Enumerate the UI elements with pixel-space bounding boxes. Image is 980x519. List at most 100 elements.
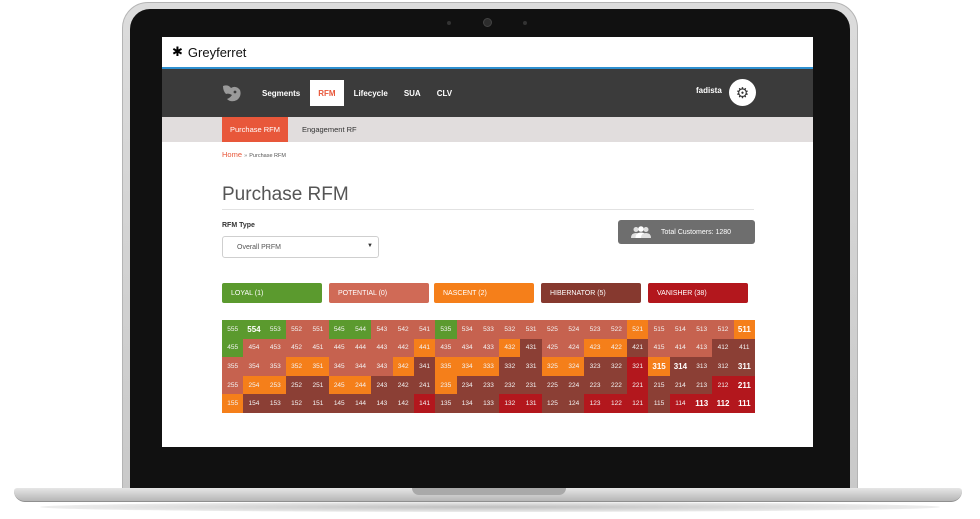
segment-vanisher-button[interactable]: VANISHER (38)	[648, 283, 748, 303]
rfm-cell[interactable]: 222	[605, 375, 628, 395]
rfm-cell[interactable]: 525	[541, 320, 564, 339]
rfm-cell[interactable]: 253	[264, 375, 286, 395]
rfm-cell[interactable]: 312	[712, 357, 734, 376]
rfm-cell[interactable]: 234	[456, 375, 478, 395]
rfm-cell[interactable]: 424	[563, 338, 585, 358]
rfm-cell[interactable]: 453	[264, 338, 286, 358]
rfm-cell[interactable]: 215	[648, 375, 670, 395]
rfm-cell[interactable]: 542	[392, 320, 414, 339]
greyferret-logo-icon[interactable]	[220, 82, 244, 104]
rfm-cell[interactable]: 144	[349, 394, 372, 413]
rfm-type-select[interactable]: Overall PRFM ▼	[222, 236, 379, 258]
rfm-cell[interactable]: 152	[285, 394, 308, 413]
rfm-cell[interactable]: 255	[222, 375, 244, 395]
rfm-cell[interactable]: 323	[584, 357, 606, 376]
rfm-cell[interactable]: 112	[712, 394, 734, 413]
rfm-cell[interactable]: 432	[499, 338, 521, 358]
rfm-cell[interactable]: 412	[712, 338, 734, 358]
rfm-cell[interactable]: 331	[520, 357, 542, 376]
rfm-cell[interactable]: 351	[307, 357, 329, 376]
rfm-cell[interactable]: 524	[563, 320, 585, 339]
rfm-cell[interactable]: 522	[605, 320, 628, 339]
settings-button[interactable]: ⚙	[729, 79, 756, 106]
total-customers-button[interactable]: Total Customers: 1280	[618, 220, 755, 244]
rfm-cell[interactable]: 121	[627, 394, 649, 413]
rfm-cell[interactable]: 344	[349, 357, 372, 376]
rfm-cell[interactable]: 314	[669, 357, 692, 376]
rfm-cell[interactable]: 554	[243, 320, 265, 339]
segment-loyal-button[interactable]: LOYAL (1)	[222, 283, 322, 303]
rfm-cell[interactable]: 531	[520, 320, 542, 339]
rfm-cell[interactable]: 353	[264, 357, 286, 376]
rfm-cell[interactable]: 142	[392, 394, 414, 413]
rfm-cell[interactable]: 241	[413, 375, 436, 395]
rfm-cell[interactable]: 315	[648, 357, 670, 376]
rfm-cell[interactable]: 221	[627, 375, 649, 395]
rfm-cell[interactable]: 254	[243, 375, 265, 395]
subnav-engagement-rf[interactable]: Engagement RF	[294, 117, 365, 142]
rfm-cell[interactable]: 514	[669, 320, 692, 339]
rfm-cell[interactable]: 322	[605, 357, 628, 376]
rfm-cell[interactable]: 145	[328, 394, 350, 413]
rfm-cell[interactable]: 533	[477, 320, 500, 339]
rfm-cell[interactable]: 541	[413, 320, 436, 339]
rfm-cell[interactable]: 311	[733, 357, 755, 376]
nav-segments[interactable]: Segments	[254, 80, 308, 106]
rfm-cell[interactable]: 332	[499, 357, 521, 376]
rfm-cell[interactable]: 422	[605, 338, 628, 358]
rfm-cell[interactable]: 345	[328, 357, 350, 376]
rfm-cell[interactable]: 333	[477, 357, 500, 376]
rfm-cell[interactable]: 225	[541, 375, 564, 395]
rfm-cell[interactable]: 114	[669, 394, 692, 413]
rfm-cell[interactable]: 434	[456, 338, 478, 358]
rfm-cell[interactable]: 111	[733, 394, 755, 413]
rfm-cell[interactable]: 523	[584, 320, 606, 339]
rfm-cell[interactable]: 521	[627, 320, 649, 339]
segment-potential-button[interactable]: POTENTIAL (0)	[329, 283, 429, 303]
subnav-purchase-rfm[interactable]: Purchase RFM	[222, 117, 289, 142]
rfm-cell[interactable]: 443	[371, 338, 393, 358]
rfm-cell[interactable]: 243	[371, 375, 393, 395]
rfm-cell[interactable]: 451	[307, 338, 329, 358]
rfm-cell[interactable]: 511	[733, 320, 755, 339]
rfm-cell[interactable]: 122	[605, 394, 628, 413]
rfm-cell[interactable]: 441	[413, 338, 436, 358]
rfm-cell[interactable]: 413	[691, 338, 713, 358]
rfm-cell[interactable]: 334	[456, 357, 478, 376]
rfm-cell[interactable]: 534	[456, 320, 478, 339]
rfm-cell[interactable]: 135	[435, 394, 457, 413]
rfm-cell[interactable]: 552	[285, 320, 308, 339]
rfm-cell[interactable]: 415	[648, 338, 670, 358]
rfm-cell[interactable]: 211	[733, 375, 755, 395]
rfm-cell[interactable]: 423	[584, 338, 606, 358]
rfm-cell[interactable]: 435	[435, 338, 457, 358]
rfm-cell[interactable]: 244	[349, 375, 372, 395]
rfm-cell[interactable]: 352	[285, 357, 308, 376]
rfm-cell[interactable]: 355	[222, 357, 244, 376]
rfm-cell[interactable]: 124	[563, 394, 585, 413]
rfm-cell[interactable]: 343	[371, 357, 393, 376]
rfm-cell[interactable]: 535	[435, 320, 457, 339]
rfm-cell[interactable]: 512	[712, 320, 734, 339]
rfm-cell[interactable]: 131	[520, 394, 542, 413]
rfm-cell[interactable]: 223	[584, 375, 606, 395]
rfm-cell[interactable]: 515	[648, 320, 670, 339]
rfm-cell[interactable]: 231	[520, 375, 542, 395]
rfm-cell[interactable]: 235	[435, 375, 457, 395]
rfm-cell[interactable]: 123	[584, 394, 606, 413]
user-name[interactable]: fadista	[696, 86, 722, 95]
rfm-cell[interactable]: 321	[627, 357, 649, 376]
rfm-cell[interactable]: 251	[307, 375, 329, 395]
rfm-cell[interactable]: 141	[413, 394, 436, 413]
nav-rfm[interactable]: RFM	[310, 80, 344, 106]
rfm-cell[interactable]: 133	[477, 394, 500, 413]
rfm-cell[interactable]: 212	[712, 375, 734, 395]
rfm-cell[interactable]: 445	[328, 338, 350, 358]
rfm-cell[interactable]: 532	[499, 320, 521, 339]
segment-hibernator-button[interactable]: HIBERNATOR (5)	[541, 283, 641, 303]
rfm-cell[interactable]: 455	[222, 338, 244, 358]
rfm-cell[interactable]: 544	[349, 320, 372, 339]
rfm-cell[interactable]: 325	[541, 357, 564, 376]
rfm-cell[interactable]: 335	[435, 357, 457, 376]
rfm-cell[interactable]: 125	[541, 394, 564, 413]
